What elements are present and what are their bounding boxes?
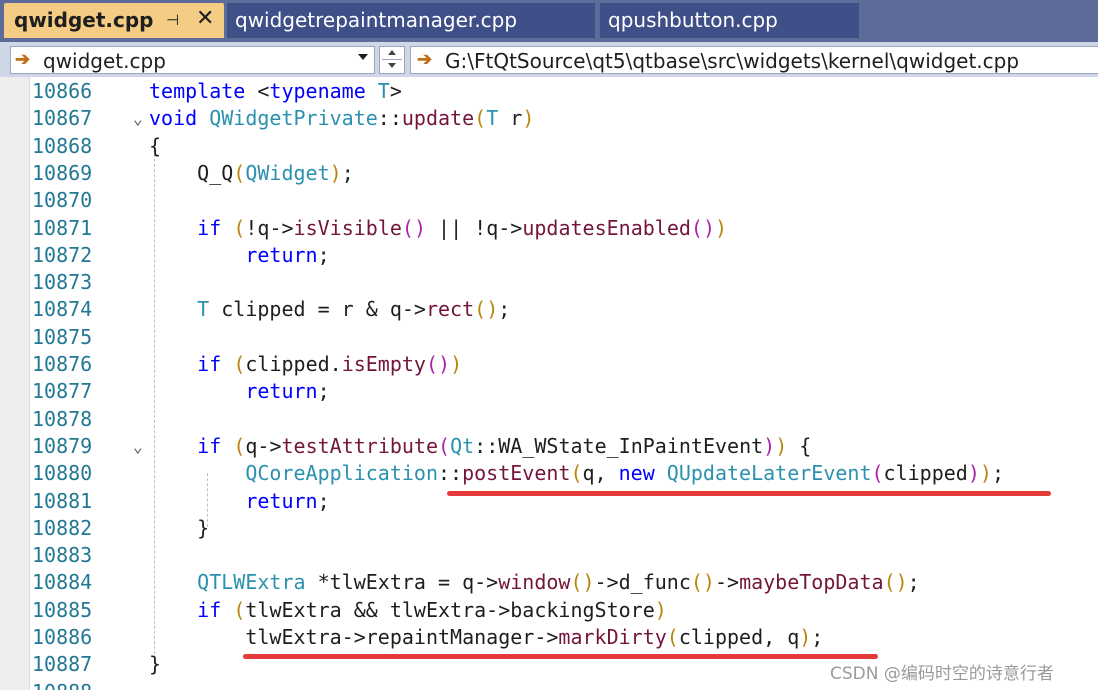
- line-number: 10866: [32, 79, 93, 103]
- code-text: template <typename T>: [149, 79, 402, 103]
- scope-dropdown[interactable]: ➔ qwidget.cpp: [10, 46, 375, 74]
- tab-label: qwidget.cpp: [14, 8, 154, 32]
- code-text: {: [149, 133, 162, 158]
- watermark: CSDN @编码时空的诗意行者: [830, 664, 1054, 684]
- line-number: 10874: [32, 297, 93, 322]
- line-number: 10878: [32, 406, 93, 431]
- line-number: 10875: [32, 324, 93, 349]
- line-number: 10869: [32, 160, 93, 185]
- tab-qwidgetrepaintmanager-cpp[interactable]: qwidgetrepaintmanager.cpp: [227, 3, 595, 38]
- spin-down-icon[interactable]: [388, 63, 396, 68]
- code-text: }: [149, 515, 210, 540]
- code-text: if (!q->isVisible() || !q->updatesEnable…: [197, 215, 728, 240]
- editor-tab-strip: qwidget.cpp ⊣ ✕ qwidgetrepaintmanager.cp…: [0, 0, 1098, 42]
- code-text: Q_Q(QWidget);: [149, 160, 354, 185]
- line-number: 10882: [32, 515, 93, 540]
- file-path-label: G:\FtQtSource\qt5\qtbase\src\widgets\ker…: [445, 49, 1020, 73]
- tab-qpushbutton-cpp[interactable]: qpushbutton.cpp: [600, 3, 859, 38]
- line-number: 10887: [32, 652, 93, 677]
- code-text: if (tlwExtra && tlwExtra->backingStore): [197, 597, 667, 622]
- line-number: 10876: [32, 352, 93, 376]
- code-text: T clipped = r & q->rect();: [197, 297, 511, 322]
- code-text: return;: [245, 379, 330, 404]
- tab-qwidget-cpp[interactable]: qwidget.cpp ⊣ ✕: [4, 3, 224, 38]
- line-number: 10883: [32, 543, 93, 568]
- code-text: return;: [245, 488, 330, 513]
- line-number: 10868: [32, 133, 93, 158]
- pin-icon[interactable]: ⊣: [166, 3, 179, 37]
- line-number: 10885: [32, 597, 93, 622]
- tab-label: qwidgetrepaintmanager.cpp: [235, 8, 518, 32]
- file-path-dropdown[interactable]: ➔ G:\FtQtSource\qt5\qtbase\src\widgets\k…: [410, 46, 1098, 74]
- code-text: if (q->testAttribute(Qt::WA_WState_InPai…: [197, 433, 812, 458]
- line-number: 10872: [32, 242, 93, 267]
- spin-up-icon[interactable]: [388, 50, 396, 55]
- editor-margin: [0, 77, 30, 690]
- code-text: }: [149, 652, 162, 677]
- code-text: tlwExtra->repaintManager->markDirty(clip…: [149, 625, 824, 649]
- highlight-underline: [243, 654, 878, 659]
- line-number: 10870: [32, 188, 93, 213]
- scope-dropdown-label: qwidget.cpp: [43, 49, 166, 73]
- line-number: 10871: [32, 215, 93, 240]
- line-number: 10877: [32, 379, 93, 404]
- code-editor[interactable]: 10866 template <typename T> 10867 ⌄ void QWi…: [0, 77, 1098, 690]
- code-text: if (clipped.isEmpty()): [197, 352, 463, 376]
- spinner-divider: [382, 59, 402, 60]
- navigation-bar: ➔ qwidget.cpp ➔ G:\FtQtSource\qt5\qtbase…: [0, 42, 1098, 77]
- arrow-right-icon: ➔: [15, 49, 31, 69]
- code-text: QTLWExtra *tlwExtra = q->window()->d_fun…: [197, 570, 920, 595]
- scroll-spinner[interactable]: [379, 46, 405, 74]
- line-number: 10886: [32, 625, 93, 649]
- line-number: 10879: [32, 433, 93, 458]
- line-number: 10884: [32, 570, 93, 595]
- fold-chevron-icon[interactable]: ⌄: [133, 433, 143, 460]
- arrow-right-icon: ➔: [417, 49, 433, 69]
- line-number: 10880: [32, 461, 93, 486]
- chevron-down-icon[interactable]: [358, 54, 368, 60]
- line-number: 10873: [32, 270, 93, 295]
- line-number: 10881: [32, 488, 93, 513]
- close-icon[interactable]: ✕: [196, 2, 214, 36]
- code-text: return;: [245, 242, 330, 267]
- fold-chevron-icon[interactable]: ⌄: [133, 105, 143, 132]
- line-number: 10867: [32, 106, 93, 131]
- margin-divider: [29, 77, 30, 690]
- tab-label: qpushbutton.cpp: [608, 8, 778, 32]
- code-text: QCoreApplication::postEvent(q, new QUpda…: [245, 461, 1004, 486]
- highlight-underline: [447, 491, 1051, 496]
- line-number: 10888: [32, 679, 92, 690]
- code-text: void QWidgetPrivate::update(T r): [149, 106, 535, 131]
